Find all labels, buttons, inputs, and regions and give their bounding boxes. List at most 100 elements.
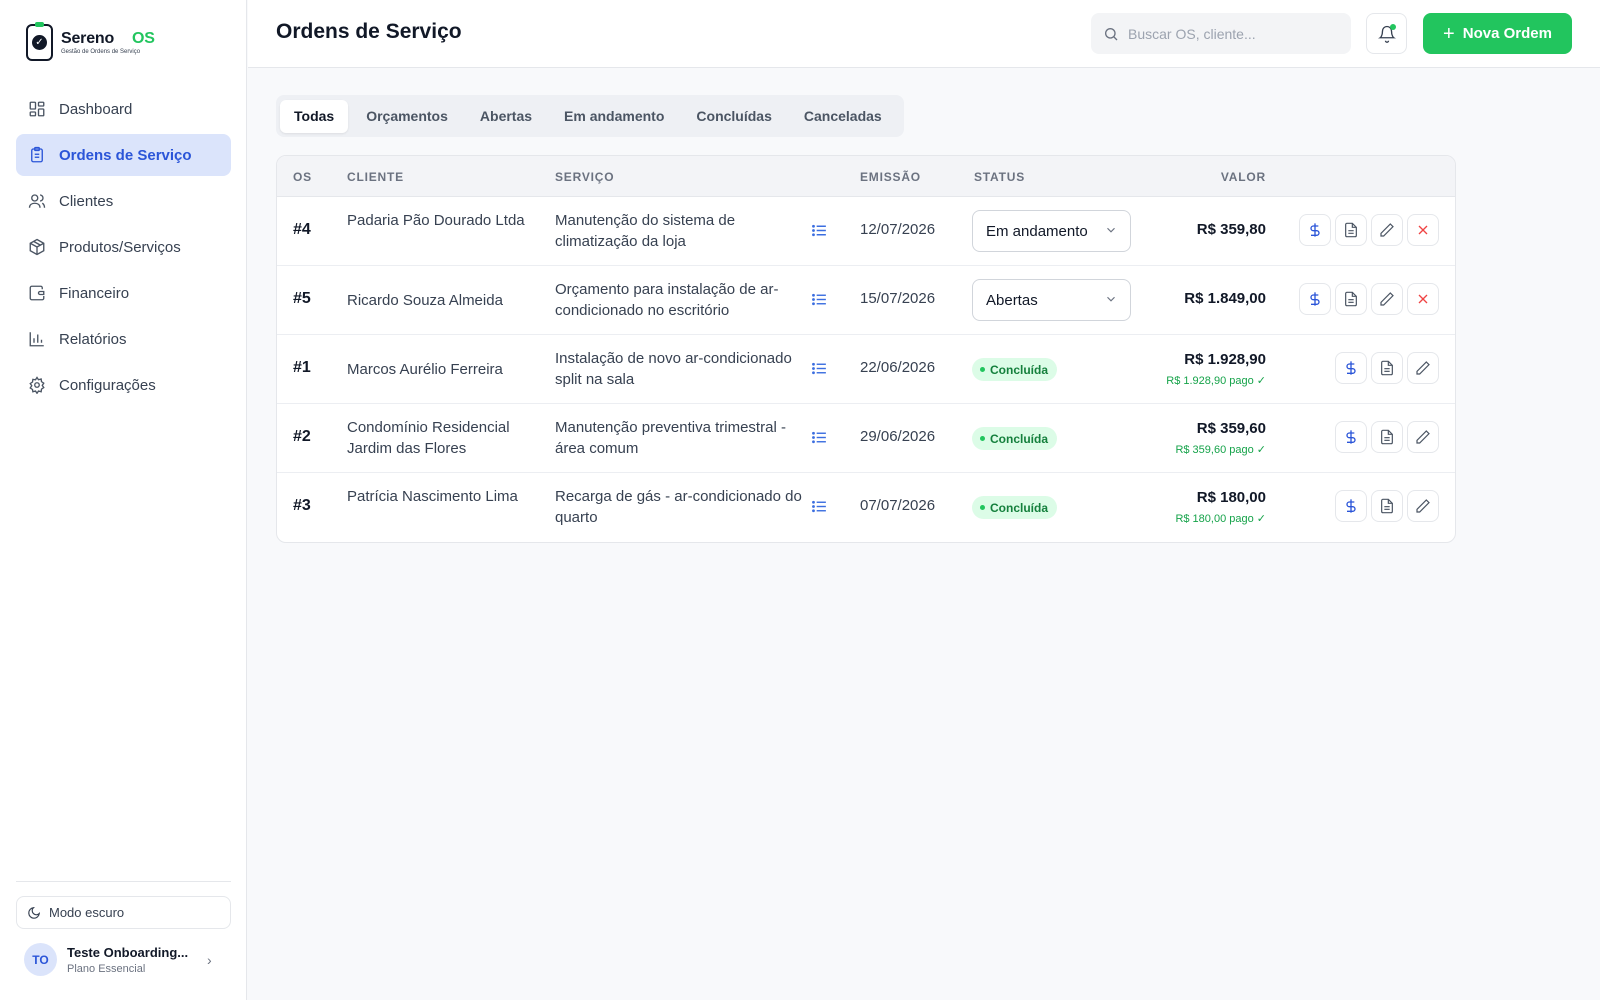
chevron-down-icon <box>1107 227 1115 233</box>
edit-button[interactable] <box>1371 214 1403 246</box>
orders-table: OS CLIENTE SERVIÇO EMISSÃO STATUS VALOR … <box>276 155 1456 543</box>
row-actions <box>1331 352 1439 384</box>
notifications-button[interactable] <box>1366 13 1407 54</box>
list-details-icon[interactable] <box>811 360 828 377</box>
table-row[interactable]: #3 Patrícia Nascimento Lima Recarga de g… <box>277 473 1455 542</box>
tab-canceladas[interactable]: Canceladas <box>790 100 896 133</box>
dollar-icon <box>1346 361 1356 375</box>
service-description: Orçamento para instalação de ar-condicio… <box>555 281 779 319</box>
top-header: Ordens de Serviço + Nova Ordem <box>248 0 1600 68</box>
sidebar-item-produtos[interactable]: Produtos/Serviços <box>16 226 231 268</box>
table-row[interactable]: #4 Padaria Pão Dourado Ltda Manutenção d… <box>277 197 1455 266</box>
gear-icon <box>29 376 45 394</box>
sidebar-item-configuracoes[interactable]: Configurações <box>16 364 231 406</box>
order-value: R$ 180,00 <box>1196 489 1266 506</box>
edit-button[interactable] <box>1407 421 1439 453</box>
new-order-button[interactable]: + Nova Ordem <box>1423 13 1572 54</box>
edit-button[interactable] <box>1371 283 1403 315</box>
search-box[interactable] <box>1091 13 1351 54</box>
client-name: Ricardo Souza Almeida <box>347 292 503 309</box>
issue-date: 07/07/2026 <box>860 497 936 514</box>
status-select-value: Em andamento <box>986 222 1088 240</box>
edit-button[interactable] <box>1407 490 1439 522</box>
sidebar-item-label: Financeiro <box>59 284 130 302</box>
order-number: #4 <box>293 221 311 238</box>
issue-date: 15/07/2026 <box>860 290 936 307</box>
cancel-button[interactable] <box>1407 283 1439 315</box>
sidebar: ✓ Sereno OS Gestão de Ordens de Serviço D… <box>0 0 247 1000</box>
column-header-os[interactable]: OS <box>293 170 312 184</box>
order-number: #2 <box>293 428 311 445</box>
list-details-icon[interactable] <box>811 291 828 308</box>
order-value: R$ 1.928,90 <box>1184 351 1266 368</box>
order-value: R$ 359,80 <box>1196 221 1266 238</box>
tab-todas[interactable]: Todas <box>280 99 349 133</box>
status-select[interactable]: Abertas <box>972 279 1131 321</box>
payment-button[interactable] <box>1335 352 1367 384</box>
client-name: Patrícia Nascimento Lima <box>347 488 518 505</box>
avatar: TO <box>24 943 57 976</box>
user-menu[interactable]: TO Teste Onboarding... Plano Essencial › <box>16 943 231 976</box>
pencil-icon <box>1380 292 1394 306</box>
user-plan: Plano Essencial <box>67 962 146 975</box>
column-header-servico[interactable]: SERVIÇO <box>555 170 614 184</box>
sidebar-item-relatorios[interactable]: Relatórios <box>16 318 231 360</box>
sidebar-item-ordens[interactable]: Ordens de Serviço <box>16 134 231 176</box>
dollar-icon <box>1346 430 1356 444</box>
tab-em-andamento[interactable]: Em andamento <box>550 100 678 133</box>
new-order-label: Nova Ordem <box>1462 25 1552 42</box>
sidebar-item-label: Relatórios <box>59 330 127 348</box>
edit-button[interactable] <box>1407 352 1439 384</box>
app-logo[interactable]: ✓ Sereno OS Gestão de Ordens de Serviço <box>26 21 155 62</box>
service-description: Recarga de gás - ar-condicionado do quar… <box>555 488 802 526</box>
status-select-value: Abertas <box>986 291 1038 309</box>
pencil-icon <box>1380 223 1394 237</box>
paid-amount: R$ 1.928,90 pago ✓ <box>1166 375 1266 387</box>
pencil-icon <box>1416 499 1430 513</box>
sidebar-item-financeiro[interactable]: Financeiro <box>16 272 231 314</box>
sidebar-item-dashboard[interactable]: Dashboard <box>16 88 231 130</box>
document-icon <box>1345 222 1357 238</box>
search-input[interactable] <box>1128 25 1328 42</box>
table-row[interactable]: #1 Marcos Aurélio Ferreira Instalação de… <box>277 335 1455 404</box>
document-button[interactable] <box>1371 490 1403 522</box>
tab-concluidas[interactable]: Concluídas <box>682 100 785 133</box>
wallet-icon <box>29 285 45 301</box>
payment-button[interactable] <box>1299 283 1331 315</box>
document-button[interactable] <box>1371 421 1403 453</box>
clipboard-icon <box>31 146 43 163</box>
issue-date: 12/07/2026 <box>860 221 936 238</box>
app-name-suffix: OS <box>132 29 155 47</box>
chevron-down-icon <box>1107 296 1115 302</box>
column-header-status[interactable]: STATUS <box>974 170 1025 184</box>
list-details-icon[interactable] <box>811 222 828 239</box>
payment-button[interactable] <box>1335 490 1367 522</box>
column-header-valor[interactable]: VALOR <box>1221 170 1266 184</box>
dark-mode-toggle[interactable]: Modo escuro <box>16 896 231 929</box>
payment-button[interactable] <box>1335 421 1367 453</box>
table-row[interactable]: #5 Ricardo Souza Almeida Orçamento para … <box>277 266 1455 335</box>
column-header-cliente[interactable]: CLIENTE <box>347 170 404 184</box>
document-button[interactable] <box>1335 214 1367 246</box>
tab-abertas[interactable]: Abertas <box>466 100 546 133</box>
sidebar-item-label: Configurações <box>59 376 156 394</box>
status-select[interactable]: Em andamento <box>972 210 1131 252</box>
document-button[interactable] <box>1371 352 1403 384</box>
status-tabs: Todas Orçamentos Abertas Em andamento Co… <box>276 95 904 137</box>
payment-button[interactable] <box>1299 214 1331 246</box>
tab-orcamentos[interactable]: Orçamentos <box>352 100 462 133</box>
dollar-icon <box>1310 292 1320 306</box>
search-icon <box>1105 27 1118 40</box>
cancel-button[interactable] <box>1407 214 1439 246</box>
order-number: #3 <box>293 497 311 514</box>
status-badge: Concluída <box>972 496 1058 519</box>
list-details-icon[interactable] <box>811 498 828 515</box>
pencil-icon <box>1416 361 1430 375</box>
sidebar-item-clientes[interactable]: Clientes <box>16 180 231 222</box>
table-row[interactable]: #2 Condomínio Residencial Jardim das Flo… <box>277 404 1455 473</box>
paid-amount: R$ 180,00 pago ✓ <box>1175 513 1266 525</box>
document-button[interactable] <box>1335 283 1367 315</box>
list-details-icon[interactable] <box>811 429 828 446</box>
column-header-emissao[interactable]: EMISSÃO <box>860 170 921 184</box>
sidebar-item-label: Ordens de Serviço <box>59 146 192 164</box>
